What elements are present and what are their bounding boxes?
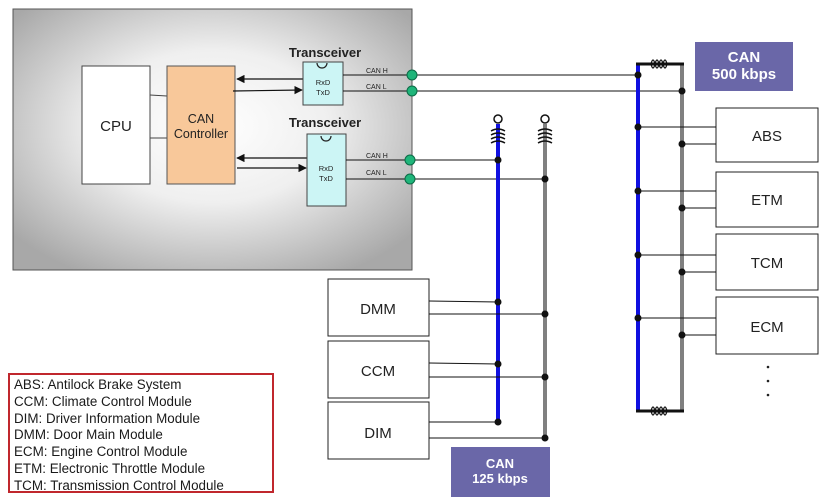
node-etm: ETM bbox=[634, 171, 819, 228]
node-ccm: CCM bbox=[327, 340, 549, 399]
connector-icon bbox=[406, 85, 418, 97]
can-controller-block: CAN Controller bbox=[166, 65, 236, 185]
legend-item: DMM: Door Main Module bbox=[14, 427, 163, 443]
bus-speed-badge-500: CAN 500 kbps bbox=[695, 42, 793, 91]
can-h-label: CAN H bbox=[366, 153, 388, 160]
connector-icon bbox=[404, 154, 416, 166]
connector-icon bbox=[406, 69, 418, 81]
node-label: TCM bbox=[751, 255, 784, 272]
legend-item: ECM: Engine Control Module bbox=[14, 444, 188, 460]
legend-item: TCM: Transmission Control Module bbox=[14, 477, 224, 493]
badge-line1: CAN bbox=[486, 456, 514, 471]
abbreviation-legend: ABS: Antilock Brake System CCM: Climate … bbox=[8, 373, 274, 493]
txd-label: TxD bbox=[319, 174, 333, 183]
low-speed-nodes: DMM CCM DIM bbox=[327, 278, 549, 460]
node-ecm: ECM bbox=[634, 296, 819, 355]
node-tcm: TCM bbox=[634, 233, 819, 291]
transceiver-title: Transceiver bbox=[289, 115, 361, 130]
can-h-label: CAN H bbox=[366, 68, 388, 75]
node-dmm: DMM bbox=[327, 278, 549, 337]
txd-label: TxD bbox=[316, 88, 330, 97]
rxd-label: RxD bbox=[316, 78, 331, 87]
can-l-label: CAN L bbox=[366, 170, 387, 177]
badge-line1: CAN bbox=[728, 49, 761, 66]
transceiver-title: Transceiver bbox=[289, 45, 361, 60]
bus-terminal-icon bbox=[493, 114, 503, 124]
node-label: CCM bbox=[361, 363, 395, 380]
connector-icon bbox=[404, 173, 416, 185]
node-label: ECM bbox=[750, 319, 783, 336]
legend-item: CCM: Climate Control Module bbox=[14, 393, 192, 409]
high-speed-nodes: ABS ETM TCM ECM bbox=[634, 107, 819, 397]
controller-label-line1: CAN bbox=[188, 112, 214, 126]
bus-speed-badge-125: CAN 125 kbps bbox=[451, 447, 550, 497]
can-bus-500 bbox=[634, 59, 686, 416]
node-label: ABS bbox=[752, 128, 782, 145]
more-nodes-ellipsis bbox=[766, 365, 770, 397]
badge-line2: 500 kbps bbox=[712, 66, 776, 83]
node-label: DIM bbox=[364, 425, 392, 442]
badge-line2: 125 kbps bbox=[472, 471, 528, 486]
rxd-label: RxD bbox=[319, 164, 334, 173]
cpu-block: CPU bbox=[81, 65, 151, 185]
node-label: DMM bbox=[360, 301, 396, 318]
can-bus-125 bbox=[490, 114, 553, 438]
legend-item: ETM: Electronic Throttle Module bbox=[14, 460, 206, 476]
controller-label-line2: Controller bbox=[174, 127, 228, 141]
can-l-label: CAN L bbox=[366, 84, 387, 91]
legend-item: DIM: Driver Information Module bbox=[14, 410, 201, 426]
cpu-label: CPU bbox=[100, 118, 132, 135]
node-label: ETM bbox=[751, 192, 783, 209]
legend-item: ABS: Antilock Brake System bbox=[14, 377, 182, 392]
bus-terminal-icon bbox=[540, 114, 550, 124]
node-abs: ABS bbox=[634, 107, 819, 163]
